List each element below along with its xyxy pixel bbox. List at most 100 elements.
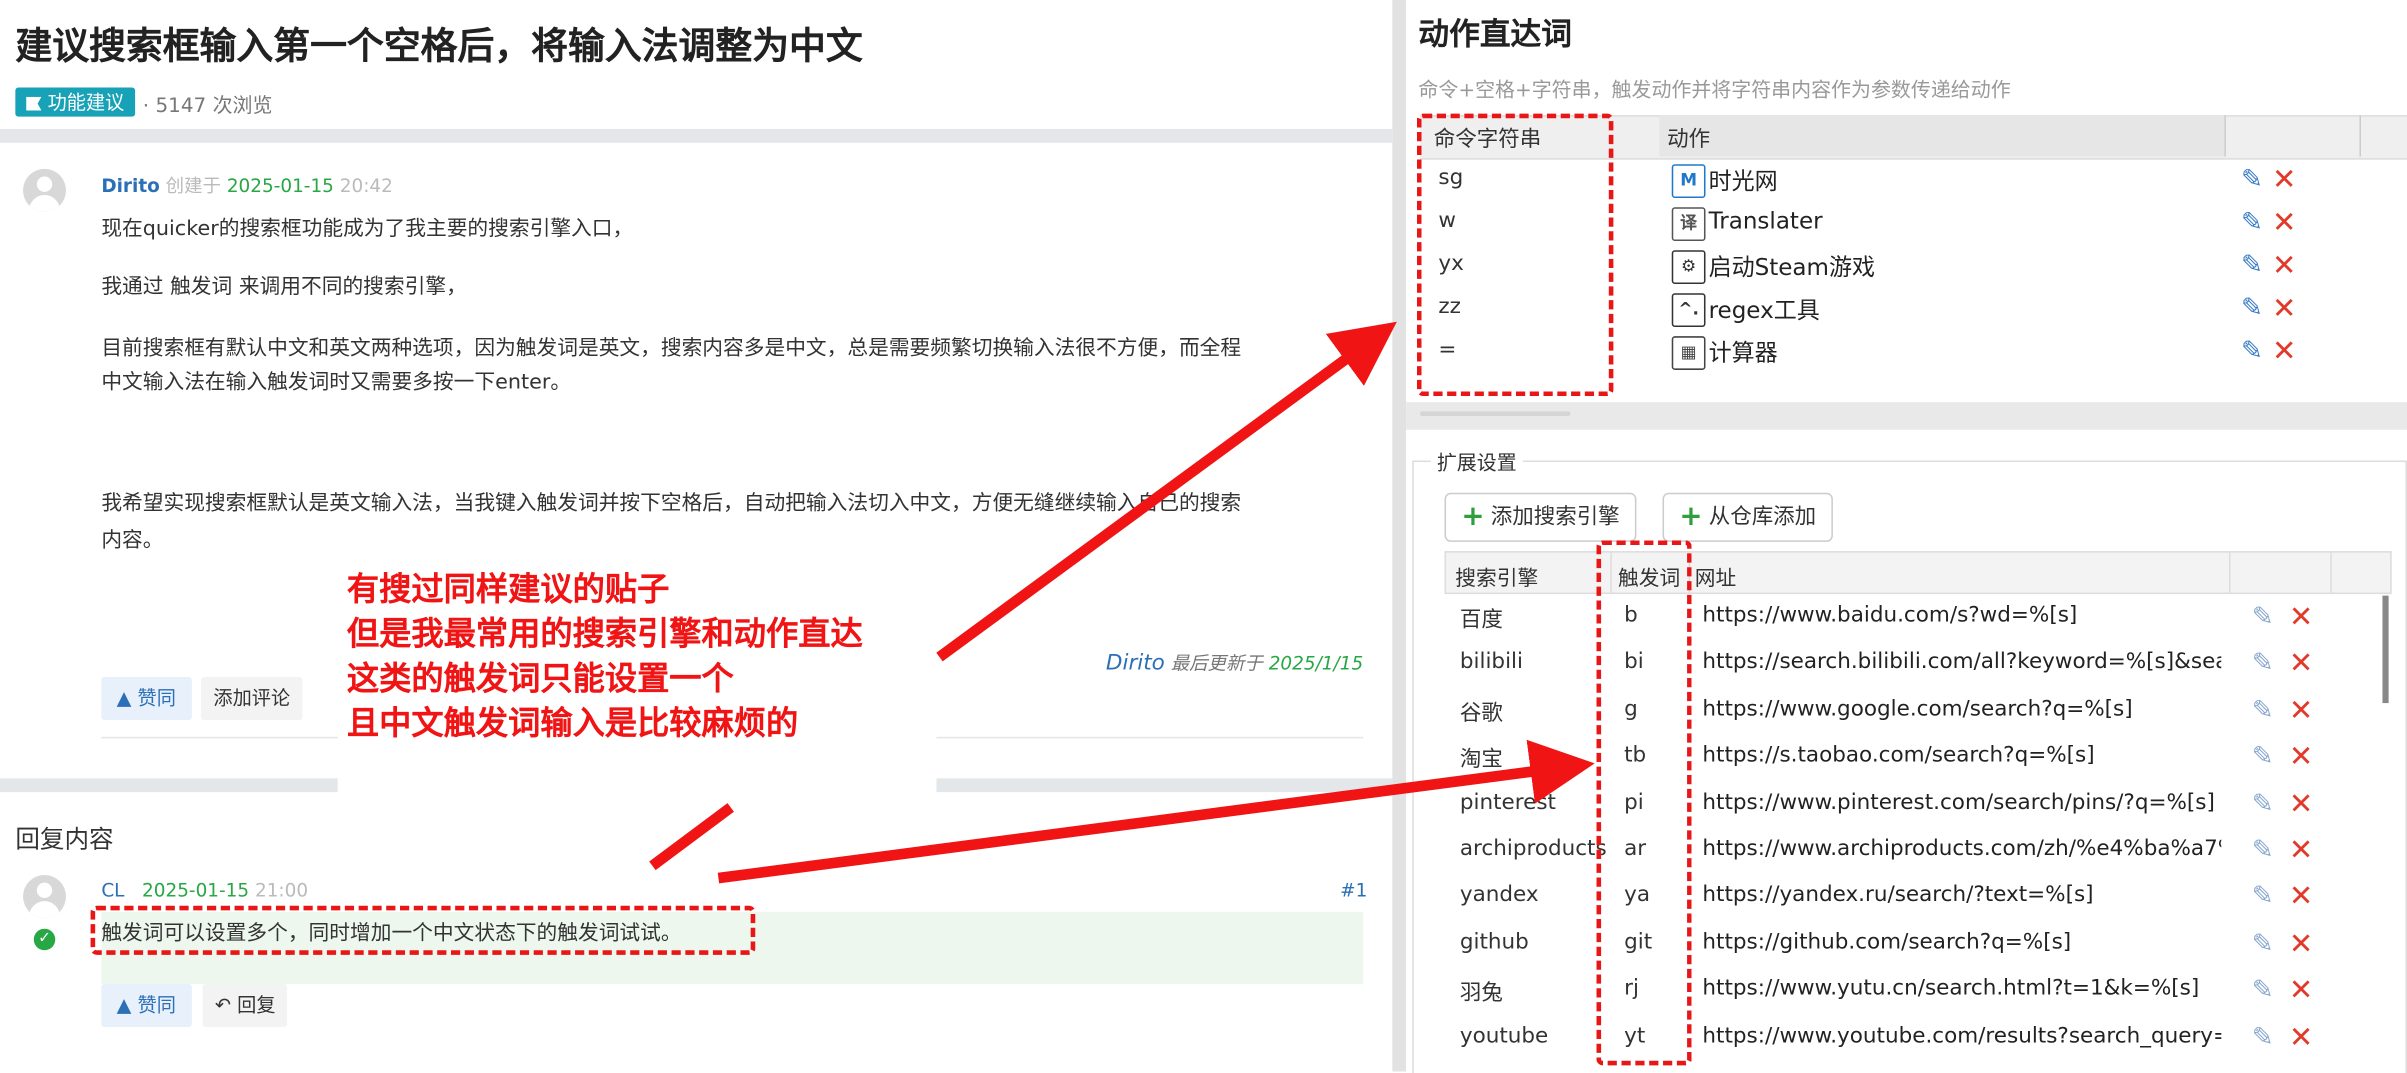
engine-row[interactable]: yandex ya https://yandex.ru/search/?text=%…: [1445, 879, 2383, 925]
engine-url[interactable]: https://github.com/search?q=%[s]: [1702, 930, 2221, 955]
annotation-line: 且中文触发词输入是比较麻烦的: [346, 704, 799, 742]
delete-icon[interactable]: ✕: [2289, 929, 2314, 958]
reply-meta: CL 2025-01-15 21:00: [101, 880, 308, 901]
edit-icon[interactable]: ✎: [2238, 252, 2266, 280]
view-count: · 5147 次浏览: [142, 95, 273, 119]
edit-icon[interactable]: ✎: [2249, 930, 2277, 958]
delete-icon[interactable]: ✕: [2272, 337, 2297, 366]
delete-icon[interactable]: ✕: [2272, 251, 2297, 280]
edit-icon[interactable]: ✎: [2249, 977, 2277, 1005]
delete-icon[interactable]: ✕: [2289, 789, 2314, 818]
edit-icon[interactable]: ✎: [2249, 883, 2277, 911]
engine-row[interactable]: 谷歌 g https://www.google.com/search?q=%[s] ✎…: [1445, 692, 2383, 738]
engine-name[interactable]: bilibili: [1460, 650, 1523, 675]
engine-name[interactable]: 羽兔: [1460, 977, 1503, 1008]
engine-name[interactable]: pinterest: [1460, 790, 1556, 815]
column-header-action[interactable]: 动作: [1667, 123, 1710, 154]
engine-url[interactable]: https://yandex.ru/search/?text=%[s]: [1702, 883, 2221, 908]
reply-author-link[interactable]: CL: [101, 880, 124, 901]
reply-section-title: 回复内容: [15, 824, 114, 854]
delete-icon[interactable]: ✕: [2289, 743, 2314, 772]
column-header-url[interactable]: 网址: [1695, 560, 1736, 591]
engine-row[interactable]: 淘宝 tb https://s.taobao.com/search?q=%[s] ✎ ✕: [1445, 739, 2383, 785]
post-paragraph: 我希望实现搜索框默认是英文输入法，当我键入触发词并按下空格后，自动把输入法切入中…: [101, 491, 1242, 516]
engine-row[interactable]: pinterest pi https://www.pinterest.com/sea…: [1445, 785, 2383, 831]
created-label: 创建于: [165, 175, 221, 197]
edit-icon[interactable]: ✎: [2249, 697, 2277, 725]
delete-icon[interactable]: ✕: [2272, 165, 2297, 194]
edit-icon[interactable]: ✎: [2249, 650, 2277, 678]
edit-icon[interactable]: ✎: [2249, 603, 2277, 631]
delete-icon[interactable]: ✕: [2272, 294, 2297, 323]
edit-icon[interactable]: ✎: [2249, 790, 2277, 818]
reply-date: 2025-01-15: [142, 879, 250, 902]
engine-row[interactable]: 百度 b https://www.baidu.com/s?wd=%[s] ✎ ✕: [1445, 599, 2383, 645]
extension-group-label: 扩展设置: [1430, 446, 1523, 476]
edit-icon[interactable]: ✎: [2249, 837, 2277, 865]
engine-url[interactable]: https://search.bilibili.com/all?keyword=…: [1702, 650, 2221, 675]
add-from-repo-button[interactable]: + 从仓库添加: [1662, 492, 1834, 542]
edit-icon[interactable]: ✎: [2238, 295, 2266, 323]
delete-icon[interactable]: ✕: [2289, 649, 2314, 678]
edit-icon[interactable]: ✎: [2238, 338, 2266, 366]
engine-url[interactable]: https://www.baidu.com/s?wd=%[s]: [1702, 603, 2221, 628]
edit-icon[interactable]: ✎: [2238, 166, 2266, 194]
add-comment-button[interactable]: 添加评论: [201, 676, 303, 720]
reply-floor[interactable]: #1: [1340, 880, 1367, 901]
delete-icon[interactable]: ✕: [2289, 696, 2314, 725]
annotation-line: 有搜过同样建议的贴子: [346, 571, 670, 608]
engine-url[interactable]: https://www.yutu.cn/search.html?t=1&k=%[…: [1702, 977, 2221, 1002]
avatar[interactable]: [23, 875, 67, 918]
engine-row[interactable]: youtube yt https://www.youtube.com/results…: [1445, 1019, 2383, 1065]
reply-button-label: 回复: [237, 993, 276, 1017]
like-button[interactable]: ▲ 赞同: [101, 676, 192, 720]
column-header-engine[interactable]: 搜索引擎: [1455, 560, 1538, 591]
engine-row[interactable]: 羽兔 rj https://www.yutu.cn/search.html?t=1&…: [1445, 972, 2383, 1018]
engine-name[interactable]: archiproducts: [1460, 837, 1607, 862]
delete-icon[interactable]: ✕: [2289, 976, 2314, 1005]
engine-row[interactable]: archiproducts ar https://www.archiproducts…: [1445, 832, 2383, 878]
engine-url[interactable]: https://www.archiproducts.com/zh/%e4%ba%…: [1702, 837, 2221, 862]
post-meta: Dirito 创建于 2025-01-15 20:42: [101, 172, 393, 198]
engine-name[interactable]: 淘宝: [1460, 743, 1503, 774]
avatar[interactable]: [23, 168, 67, 212]
category-tag[interactable]: 功能建议: [15, 87, 136, 117]
delete-icon[interactable]: ✕: [2272, 208, 2297, 237]
updated-author-link[interactable]: Dirito: [1106, 651, 1165, 676]
post-author-link[interactable]: Dirito: [101, 175, 159, 196]
reply-time: 21:00: [254, 879, 309, 902]
reply-like-button[interactable]: ▲ 赞同: [101, 983, 192, 1027]
category-tag-label: 功能建议: [47, 90, 125, 114]
annotation-line: 这类的触发词只能设置一个: [346, 660, 734, 697]
engine-name[interactable]: yandex: [1460, 883, 1539, 908]
engine-row[interactable]: bilibili bi https://search.bilibili.com/al…: [1445, 645, 2383, 691]
reply-button[interactable]: ↶ 回复: [202, 983, 288, 1027]
engine-name[interactable]: 百度: [1460, 603, 1503, 634]
scroll-handle[interactable]: [1419, 411, 1571, 417]
delete-icon[interactable]: ✕: [2289, 603, 2314, 632]
engine-table-header: [1444, 551, 2392, 595]
engine-name[interactable]: github: [1460, 930, 1529, 955]
delete-icon[interactable]: ✕: [2289, 883, 2314, 912]
panel-splitter[interactable]: [1392, 0, 1407, 1072]
edit-icon[interactable]: ✎: [2238, 209, 2266, 237]
post-title: 建议搜索框输入第一个空格后，将输入法调整为中文: [15, 24, 863, 68]
table-scrollbar[interactable]: [2382, 595, 2389, 704]
engine-row[interactable]: github git https://github.com/search?q=%[s…: [1445, 925, 2383, 971]
engine-url[interactable]: https://www.pinterest.com/search/pins/?q…: [1702, 790, 2221, 815]
reply-floor-number[interactable]: #1: [1340, 880, 1367, 901]
engine-url[interactable]: https://www.youtube.com/results?search_q…: [1702, 1023, 2221, 1048]
engine-url[interactable]: https://www.google.com/search?q=%[s]: [1702, 697, 2221, 722]
steam-icon: ⚙: [1671, 250, 1706, 284]
delete-icon[interactable]: ✕: [2289, 836, 2314, 865]
engine-url[interactable]: https://s.taobao.com/search?q=%[s]: [1702, 743, 2221, 768]
column-separator: [2359, 115, 2361, 157]
edit-icon[interactable]: ✎: [2249, 743, 2277, 771]
edit-icon[interactable]: ✎: [2249, 1023, 2277, 1051]
engine-name[interactable]: 谷歌: [1460, 697, 1503, 728]
accepted-check-icon: ✓: [33, 928, 56, 951]
engine-name[interactable]: youtube: [1460, 1023, 1548, 1048]
column-separator: [2224, 115, 2226, 157]
delete-icon[interactable]: ✕: [2289, 1023, 2314, 1052]
add-search-engine-button[interactable]: + 添加搜索引擎: [1444, 492, 1637, 542]
